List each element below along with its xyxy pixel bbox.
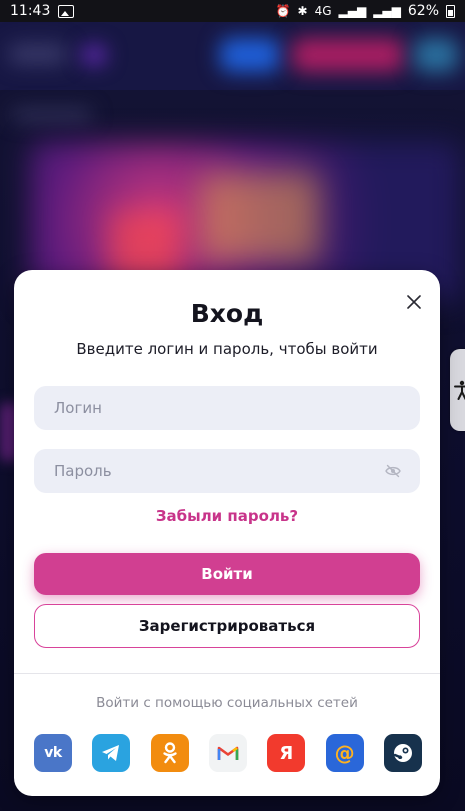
password-field[interactable] (34, 449, 420, 493)
status-time: 11:43 (10, 3, 51, 19)
alarm-icon: ⏰ (275, 4, 291, 18)
odnoklassniki-login-button[interactable] (150, 734, 189, 772)
divider (14, 673, 440, 674)
login-field[interactable] (34, 386, 420, 430)
modal-title: Вход (190, 299, 264, 328)
login-button-label: Войти (201, 565, 253, 583)
background-text (12, 110, 92, 120)
login-input[interactable] (52, 398, 402, 418)
accessibility-icon (454, 380, 465, 400)
login-modal: Вход Введите логин и пароль, чтобы войти… (14, 270, 440, 796)
accessibility-tab[interactable] (450, 349, 465, 431)
odnoklassniki-icon (162, 742, 177, 764)
vk-login-button[interactable]: vk (34, 734, 72, 772)
yandex-icon: Я (279, 742, 294, 764)
network-type: 4G (314, 4, 332, 18)
steam-icon (393, 744, 412, 762)
signal-icon-2: ▂▄▆ (373, 4, 401, 18)
gmail-icon (217, 746, 239, 760)
gallery-notification-icon (58, 4, 75, 18)
mailru-icon: @ (334, 741, 355, 765)
gmail-login-button[interactable] (208, 734, 247, 772)
background-button-blue (220, 38, 280, 72)
password-input[interactable] (52, 461, 384, 481)
background-badge (82, 46, 106, 64)
bluetooth-icon: ✱ (297, 4, 308, 18)
login-button[interactable]: Войти (34, 553, 420, 595)
status-bar: 11:43 ⏰ ✱ 4G ▂▄▆ ▂▄▆ 62% (0, 0, 465, 22)
register-button-label: Зарегистрироваться (138, 617, 316, 635)
vk-icon: vk (44, 745, 62, 761)
forgot-password-link[interactable]: Забыли пароль? (14, 507, 440, 525)
status-right: ⏰ ✱ 4G ▂▄▆ ▂▄▆ 62% (276, 3, 455, 19)
steam-login-button[interactable] (383, 734, 422, 772)
eye-off-icon (385, 464, 401, 478)
modal-subtitle: Введите логин и пароль, чтобы войти (76, 340, 378, 358)
background-banner-glow (200, 172, 320, 262)
toggle-password-visibility-button[interactable] (384, 462, 402, 480)
battery-percent: 62% (407, 3, 439, 19)
yandex-login-button[interactable]: Я (267, 734, 306, 772)
social-login-caption: Войти с помощью социальных сетей (96, 695, 358, 711)
social-login-buttons: vk Я @ (34, 734, 422, 772)
mailru-login-button[interactable]: @ (325, 734, 364, 772)
signal-icon: ▂▄▆ (338, 4, 367, 18)
background-button-teal (414, 38, 458, 72)
status-left: 11:43 (10, 3, 75, 19)
register-button[interactable]: Зарегистрироваться (34, 604, 420, 648)
background-logo (8, 44, 68, 64)
telegram-icon (102, 745, 120, 761)
background-button-pink (292, 38, 404, 72)
battery-icon (446, 4, 455, 18)
telegram-login-button[interactable] (92, 734, 131, 772)
